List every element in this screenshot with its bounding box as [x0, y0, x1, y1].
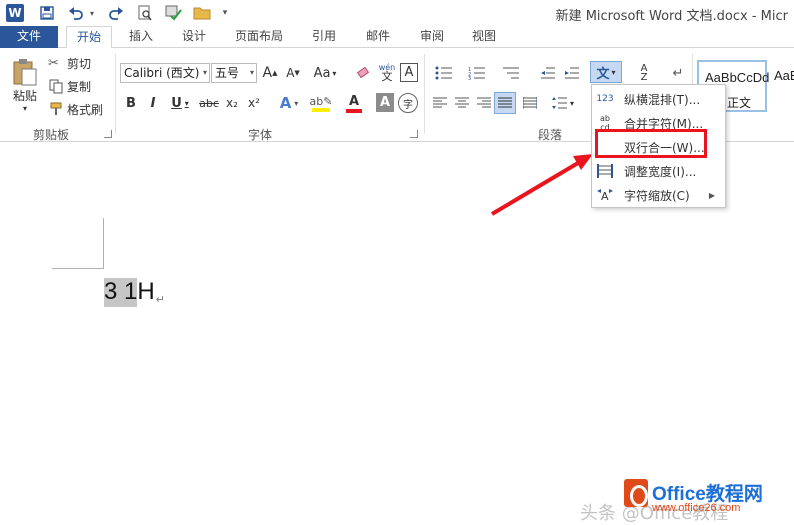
menu-item-label: 纵横混排(T)... [624, 92, 701, 107]
menu-item-label: 字符缩放(C) [624, 188, 690, 203]
annotation-highlight-box [595, 129, 707, 158]
annotation-arrow [490, 154, 593, 216]
menu-item-character-scaling[interactable]: A 字符缩放(C) ▶ [592, 183, 725, 207]
office-logo-icon [624, 479, 648, 507]
watermark-url: www.office26.com [652, 502, 741, 514]
fit-text-icon [596, 162, 614, 180]
watermark: 头条 @Office教程 Office教程网 www.office26.com [580, 477, 790, 524]
menu-item-label: 调整宽度(I)... [624, 164, 697, 179]
chevron-right-icon: ▶ [708, 190, 715, 200]
vertical-in-horizontal-icon: 123 [596, 93, 614, 104]
svg-text:A: A [601, 190, 609, 202]
menu-item-fit-text[interactable]: 调整宽度(I)... [592, 159, 725, 183]
menu-item-vertical-in-horizontal[interactable]: 123 纵横混排(T)... [592, 87, 725, 111]
character-scaling-icon: A [596, 186, 614, 204]
